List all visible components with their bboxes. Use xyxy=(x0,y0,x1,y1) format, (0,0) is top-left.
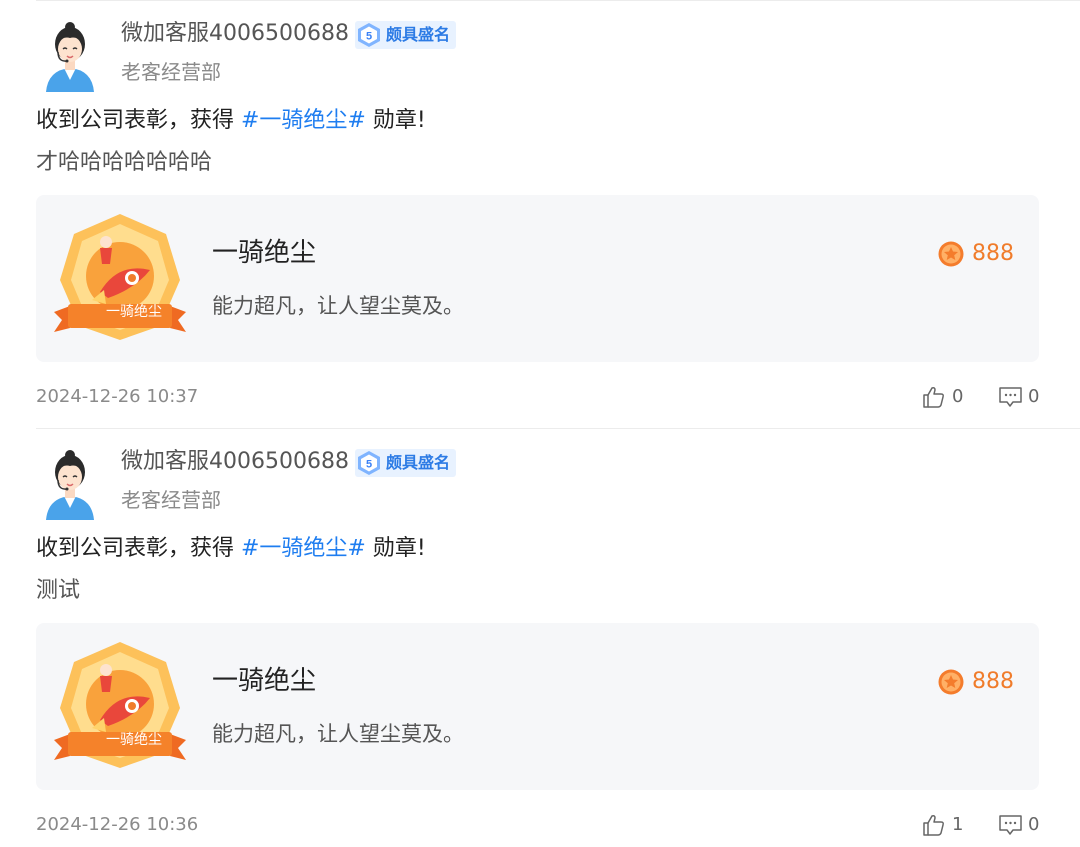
medal-tag-link[interactable]: #一骑绝尘# xyxy=(241,108,366,133)
comment-count: 0 xyxy=(1028,814,1040,835)
post-timestamp: 2024-12-26 10:36 xyxy=(36,814,199,835)
level-shield-icon: 5 xyxy=(358,23,380,47)
post-message: 测试 xyxy=(36,578,81,603)
comment-count: 0 xyxy=(1028,386,1040,407)
avatar[interactable] xyxy=(40,446,100,520)
thumbs-up-icon[interactable] xyxy=(922,813,946,837)
medal-points: 888 xyxy=(972,669,1014,694)
medal-card[interactable]: 一骑绝尘 一骑绝尘 能力超凡，让人望尘莫及。 888 xyxy=(36,623,1039,790)
medal-tag-link[interactable]: #一骑绝尘# xyxy=(241,536,366,561)
comment-icon[interactable] xyxy=(998,385,1023,409)
award-line: 收到公司表彰，获得 #一骑绝尘# 勋章! xyxy=(36,532,426,566)
points-coin-icon xyxy=(938,669,964,695)
username[interactable]: 微加客服4006500688 xyxy=(121,446,349,478)
medal-badge-icon xyxy=(54,214,186,340)
medal-description: 能力超凡，让人望尘莫及。 xyxy=(212,294,464,318)
medal-title: 一骑绝尘 xyxy=(212,666,317,696)
level-badge: 5 颇具盛名 xyxy=(355,21,456,49)
points-coin-icon xyxy=(938,241,964,267)
medal-title: 一骑绝尘 xyxy=(212,238,317,268)
level-shield-icon: 5 xyxy=(358,451,380,475)
medal-badge-icon xyxy=(54,642,186,768)
svg-text:5: 5 xyxy=(366,31,372,43)
post-message: 才哈哈哈哈哈哈哈 xyxy=(36,150,213,175)
feed-post: 微加客服4006500688 5 颇具盛名 老客经营部 收到公司表彰，获得 #一… xyxy=(0,428,1080,847)
username[interactable]: 微加客服4006500688 xyxy=(121,18,349,50)
comment-icon[interactable] xyxy=(998,813,1023,837)
post-timestamp: 2024-12-26 10:37 xyxy=(36,386,199,407)
divider xyxy=(36,428,1080,429)
thumbs-up-icon[interactable] xyxy=(922,385,946,409)
medal-points: 888 xyxy=(972,241,1014,266)
divider xyxy=(36,0,1080,1)
department: 老客经营部 xyxy=(121,488,221,512)
medal-description: 能力超凡，让人望尘莫及。 xyxy=(212,722,464,746)
medal-badge-label: 一骑绝尘 xyxy=(106,304,162,320)
award-prefix: 收到公司表彰，获得 xyxy=(36,108,241,133)
department: 老客经营部 xyxy=(121,60,221,84)
award-suffix: 勋章! xyxy=(365,108,426,133)
medal-card[interactable]: 一骑绝尘 一骑绝尘 能力超凡，让人望尘莫及。 888 xyxy=(36,195,1039,362)
award-suffix: 勋章! xyxy=(365,536,426,561)
medal-badge-label: 一骑绝尘 xyxy=(106,732,162,748)
level-label: 颇具盛名 xyxy=(386,25,451,44)
svg-text:5: 5 xyxy=(366,459,372,471)
level-label: 颇具盛名 xyxy=(386,453,451,472)
like-count: 0 xyxy=(952,386,964,407)
feed-post: 微加客服4006500688 5 颇具盛名 老客经营部 收到公司表彰，获得 #一… xyxy=(0,0,1080,428)
award-prefix: 收到公司表彰，获得 xyxy=(36,536,241,561)
avatar[interactable] xyxy=(40,18,100,92)
like-count: 1 xyxy=(952,814,964,835)
award-line: 收到公司表彰，获得 #一骑绝尘# 勋章! xyxy=(36,104,426,138)
level-badge: 5 颇具盛名 xyxy=(355,449,456,477)
